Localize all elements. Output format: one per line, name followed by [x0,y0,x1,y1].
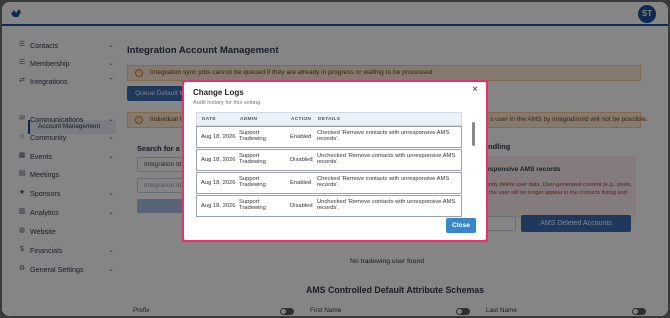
close-icon[interactable]: × [472,84,478,95]
row-action: Enabled [290,180,312,186]
change-log-table: DATE ADMIN ACTION DETAILS Aug 18, 2026 S… [196,112,476,236]
change-logs-modal: Change Logs Audit history for this setti… [184,82,486,240]
table-header: DATE ADMIN ACTION DETAILS [196,112,462,126]
row-details: Unchecked 'Remove contacts with unrespon… [317,153,456,165]
modal-subtitle: Audit history for this setting. [193,100,262,106]
row-admin: Support Tradewing [239,199,266,211]
table-row: Aug 18, 2026 Support Tradewing Disabled … [196,149,462,171]
table-scrollbar[interactable] [472,122,475,146]
row-action: Enabled [290,134,312,140]
column-header-date: DATE [202,117,216,122]
row-details: Unchecked 'Remove contacts with unrespon… [317,199,456,211]
row-date: Aug 18, 2026 [201,203,236,209]
close-button[interactable]: Close [446,218,476,233]
row-admin: Support Tradewing [239,153,266,165]
row-details: Checked 'Remove contacts with unresponsi… [317,130,450,142]
row-date: Aug 18, 2026 [201,180,236,186]
table-row: Aug 18, 2026 Support Tradewing Enabled C… [196,126,462,148]
table-row: Aug 18, 2026 Support Tradewing Enabled C… [196,172,462,194]
column-header-action: ACTION [291,117,312,122]
column-header-admin: ADMIN [240,117,258,122]
table-row: Aug 18, 2026 Support Tradewing Disabled … [196,195,462,217]
row-date: Aug 18, 2026 [201,157,236,163]
modal-title: Change Logs [193,88,244,97]
row-action: Disabled [290,157,313,163]
column-header-details: DETAILS [318,117,341,122]
row-admin: Support Tradewing [239,176,266,188]
row-details: Checked 'Remove contacts with unresponsi… [317,176,450,188]
row-action: Disabled [290,203,313,209]
row-date: Aug 18, 2026 [201,134,236,140]
row-admin: Support Tradewing [239,130,266,142]
